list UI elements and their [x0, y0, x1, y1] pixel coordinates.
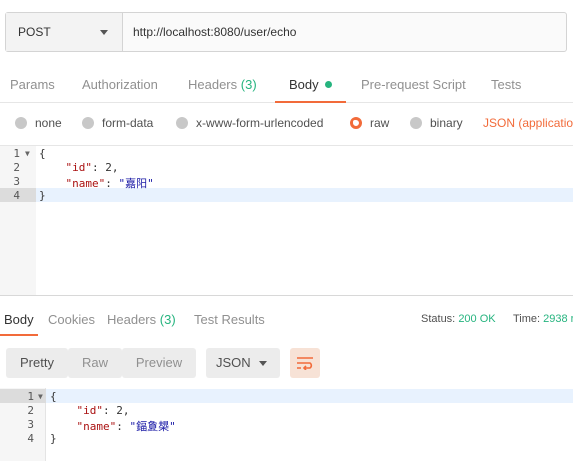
- tab-params-label: Params: [10, 77, 55, 92]
- close-brace: }: [39, 189, 46, 202]
- tab-authorization-label: Authorization: [82, 77, 158, 92]
- tab-tests-label: Tests: [491, 77, 522, 92]
- radio-raw-label: raw: [370, 116, 390, 130]
- time-value: 2938 r: [543, 313, 573, 325]
- wrap-lines-button[interactable]: [290, 348, 320, 378]
- tab-authorization[interactable]: Authorization: [82, 66, 158, 103]
- line-number: 4: [27, 432, 34, 445]
- raw-button[interactable]: Raw: [68, 348, 122, 378]
- radio-circle-icon: [82, 117, 94, 129]
- tab-cookies-label: Cookies: [48, 312, 95, 327]
- json-value: "鍢夐槼": [129, 420, 176, 433]
- code-line: "id": 2,: [76, 404, 130, 417]
- line-number: 3: [13, 175, 20, 188]
- time-label: Time:: [513, 313, 541, 325]
- tab-test-results[interactable]: Test Results: [194, 304, 265, 336]
- tab-headers[interactable]: Headers (3): [188, 66, 257, 103]
- status-value: 200 OK: [458, 313, 496, 325]
- radio-circle-icon: [176, 117, 188, 129]
- tab-prerequest-script[interactable]: Pre-request Script: [361, 66, 466, 103]
- body-type-options: none form-data x-www-form-urlencoded raw…: [0, 112, 573, 138]
- tab-prerequest-label: Pre-request Script: [361, 77, 466, 92]
- code-line: {: [50, 390, 57, 403]
- response-tabs: Body Cookies Headers (3) Test Results St…: [0, 304, 573, 336]
- json-key: "id": [65, 161, 93, 174]
- json-key: "name": [76, 420, 117, 433]
- close-brace: }: [50, 432, 57, 445]
- code-line: "id": 2,: [65, 161, 119, 174]
- tab-params[interactable]: Params: [10, 66, 55, 103]
- response-headers-count: (3): [159, 312, 176, 327]
- line-number: 1: [27, 390, 34, 403]
- response-body-viewer: 1 ▼ 2 3 4 { "id": 2, "name": "鍢夐槼" }: [0, 388, 573, 461]
- radio-binary[interactable]: binary: [410, 116, 463, 130]
- radio-none-label: none: [35, 116, 62, 130]
- json-value: 2: [105, 161, 112, 174]
- pretty-button[interactable]: Pretty: [6, 348, 68, 378]
- line-number: 3: [27, 418, 34, 431]
- tab-tests[interactable]: Tests: [491, 66, 521, 103]
- status-readout: Status: 200 OK: [421, 313, 496, 325]
- response-format-select[interactable]: JSON: [206, 348, 280, 378]
- url-text: http://localhost:8080/user/echo: [133, 25, 297, 39]
- code-line: "name": "嘉阳": [65, 177, 154, 190]
- body-indicator-dot: [324, 81, 332, 88]
- code-line: "name": "鍢夐槼": [76, 420, 176, 433]
- open-brace: {: [39, 147, 46, 160]
- radio-binary-label: binary: [430, 116, 463, 130]
- response-format-label: JSON: [216, 355, 251, 370]
- wrap-lines-icon: [297, 357, 313, 371]
- pane-divider[interactable]: [0, 295, 573, 296]
- tab-headers-label: Headers: [188, 77, 238, 92]
- request-body-editor[interactable]: 1 ▼ 2 3 4 { "id": 2, "name": "嘉阳" }: [0, 145, 573, 296]
- tab-response-headers-label: Headers: [107, 312, 157, 327]
- radio-raw[interactable]: raw: [350, 116, 389, 130]
- method-label: POST: [18, 25, 51, 39]
- json-key: "id": [76, 404, 104, 417]
- code-line: }: [39, 189, 46, 202]
- json-value: 2: [116, 404, 123, 417]
- radio-selected-icon: [350, 117, 362, 129]
- line-number: 1: [13, 147, 20, 160]
- json-value: "嘉阳": [118, 177, 154, 190]
- tab-body[interactable]: Body: [275, 66, 346, 103]
- radio-form-data-label: form-data: [102, 116, 154, 130]
- active-line-highlight: [46, 389, 573, 403]
- open-brace: {: [50, 390, 57, 403]
- method-select[interactable]: POST: [6, 13, 123, 51]
- request-bar: POST http://localhost:8080/user/echo: [5, 12, 567, 52]
- line-number: 4: [13, 189, 20, 202]
- chevron-down-icon: [259, 361, 267, 366]
- tab-test-results-label: Test Results: [194, 312, 265, 327]
- request-tabs: Params Authorization Headers (3) Body Pr…: [0, 66, 573, 103]
- fold-arrow-icon[interactable]: ▼: [38, 392, 43, 401]
- line-number: 2: [27, 404, 34, 417]
- code-line: {: [39, 147, 46, 160]
- body-format-select[interactable]: JSON (applicatio: [483, 116, 573, 130]
- time-readout: Time: 2938 r: [513, 313, 573, 325]
- url-input[interactable]: http://localhost:8080/user/echo: [123, 13, 566, 51]
- chevron-down-icon: [100, 30, 108, 35]
- status-label: Status:: [421, 313, 456, 325]
- tab-body-label: Body: [289, 77, 319, 92]
- line-number: 2: [13, 161, 20, 174]
- fold-arrow-icon[interactable]: ▼: [25, 149, 30, 158]
- tab-cookies[interactable]: Cookies: [48, 304, 95, 336]
- radio-urlencoded[interactable]: x-www-form-urlencoded: [176, 116, 323, 130]
- radio-none[interactable]: none: [15, 116, 62, 130]
- tab-response-body[interactable]: Body: [0, 304, 38, 336]
- tab-response-body-label: Body: [4, 312, 34, 327]
- code-line: }: [50, 432, 57, 445]
- radio-urlencoded-label: x-www-form-urlencoded: [196, 116, 324, 130]
- json-key: "name": [65, 177, 106, 190]
- radio-circle-icon: [410, 117, 422, 129]
- preview-button[interactable]: Preview: [122, 348, 196, 378]
- tab-response-headers[interactable]: Headers (3): [107, 304, 176, 336]
- radio-circle-icon: [15, 117, 27, 129]
- headers-count-badge: (3): [240, 77, 257, 92]
- radio-form-data[interactable]: form-data: [82, 116, 153, 130]
